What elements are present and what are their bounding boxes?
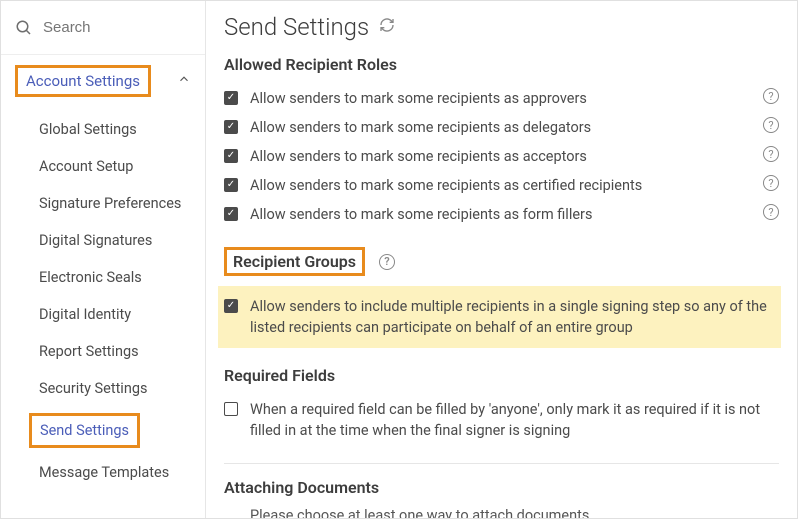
sidebar-item-digital-signatures[interactable]: Digital Signatures: [1, 222, 205, 259]
sidebar-item-digital-identity[interactable]: Digital Identity: [1, 296, 205, 333]
page-title: Send Settings: [224, 13, 369, 41]
highlight-box-account-settings: Account Settings: [15, 65, 151, 97]
page-title-row: Send Settings: [224, 13, 779, 41]
refresh-icon[interactable]: [379, 17, 395, 37]
section-divider: [224, 463, 779, 464]
section-heading-recipient-groups-row: Recipient Groups ?: [224, 247, 779, 276]
attaching-documents-description: Please choose at least one way to attach…: [224, 507, 779, 518]
sidebar-item-global-settings[interactable]: Global Settings: [1, 111, 205, 148]
required-fields-options: When a required field can be filled by '…: [224, 395, 779, 445]
section-heading-recipient-groups: Recipient Groups: [233, 252, 356, 271]
sidebar-item-security-settings[interactable]: Security Settings: [1, 370, 205, 407]
sidebar-item-signature-preferences[interactable]: Signature Preferences: [1, 185, 205, 222]
option-certified-recipients: ✓ Allow senders to mark some recipients …: [224, 171, 779, 200]
option-required-fields: When a required field can be filled by '…: [224, 395, 779, 445]
checkbox-certified-recipients[interactable]: ✓: [224, 178, 238, 192]
option-recipient-groups: ✓ Allow senders to include multiple reci…: [224, 296, 769, 338]
sidebar-item-account-setup[interactable]: Account Setup: [1, 148, 205, 185]
app-container: Account Settings Global Settings Account…: [0, 0, 798, 519]
option-label: Allow senders to mark some recipients as…: [250, 117, 745, 138]
sidebar-section-header[interactable]: Account Settings: [1, 55, 205, 107]
help-icon[interactable]: ?: [763, 146, 779, 162]
option-label: Allow senders to mark some recipients as…: [250, 204, 745, 225]
section-heading-required-fields: Required Fields: [224, 366, 779, 385]
sidebar: Account Settings Global Settings Account…: [1, 1, 206, 518]
help-icon[interactable]: ?: [763, 175, 779, 191]
option-label: Allow senders to mark some recipients as…: [250, 175, 745, 196]
sidebar-section-title: Account Settings: [26, 72, 140, 90]
sidebar-item-send-settings-wrapper: Send Settings: [1, 407, 205, 454]
option-label: When a required field can be filled by '…: [250, 399, 779, 441]
option-label: Allow senders to include multiple recipi…: [250, 296, 769, 338]
main-panel: Send Settings Allowed Recipient Roles ✓ …: [206, 1, 797, 518]
option-delegators: ✓ Allow senders to mark some recipients …: [224, 113, 779, 142]
allowed-roles-options: ✓ Allow senders to mark some recipients …: [224, 84, 779, 229]
option-label: Allow senders to mark some recipients as…: [250, 146, 745, 167]
search-icon: [15, 19, 33, 37]
checkbox-acceptors[interactable]: ✓: [224, 149, 238, 163]
help-icon[interactable]: ?: [379, 254, 395, 270]
help-icon[interactable]: ?: [763, 204, 779, 220]
option-acceptors: ✓ Allow senders to mark some recipients …: [224, 142, 779, 171]
option-approvers: ✓ Allow senders to mark some recipients …: [224, 84, 779, 113]
recipient-groups-highlight: ✓ Allow senders to include multiple reci…: [218, 286, 781, 348]
sidebar-item-send-settings[interactable]: Send Settings: [29, 413, 140, 448]
highlight-box-recipient-groups: Recipient Groups: [224, 247, 365, 276]
help-icon[interactable]: ?: [763, 117, 779, 133]
sidebar-item-electronic-seals[interactable]: Electronic Seals: [1, 259, 205, 296]
checkbox-form-fillers[interactable]: ✓: [224, 207, 238, 221]
help-icon[interactable]: ?: [763, 88, 779, 104]
checkbox-delegators[interactable]: ✓: [224, 120, 238, 134]
checkbox-required-fields[interactable]: [224, 402, 238, 416]
option-form-fillers: ✓ Allow senders to mark some recipients …: [224, 200, 779, 229]
checkbox-approvers[interactable]: ✓: [224, 91, 238, 105]
chevron-up-icon: [177, 72, 191, 90]
section-heading-attaching-documents: Attaching Documents: [224, 478, 779, 497]
sidebar-item-message-templates[interactable]: Message Templates: [1, 454, 205, 491]
sidebar-nav-list: Global Settings Account Setup Signature …: [1, 107, 205, 491]
option-label: Allow senders to mark some recipients as…: [250, 88, 745, 109]
section-heading-allowed-roles: Allowed Recipient Roles: [224, 55, 779, 74]
checkbox-recipient-groups[interactable]: ✓: [224, 299, 238, 313]
sidebar-item-report-settings[interactable]: Report Settings: [1, 333, 205, 370]
search-row: [1, 1, 205, 55]
